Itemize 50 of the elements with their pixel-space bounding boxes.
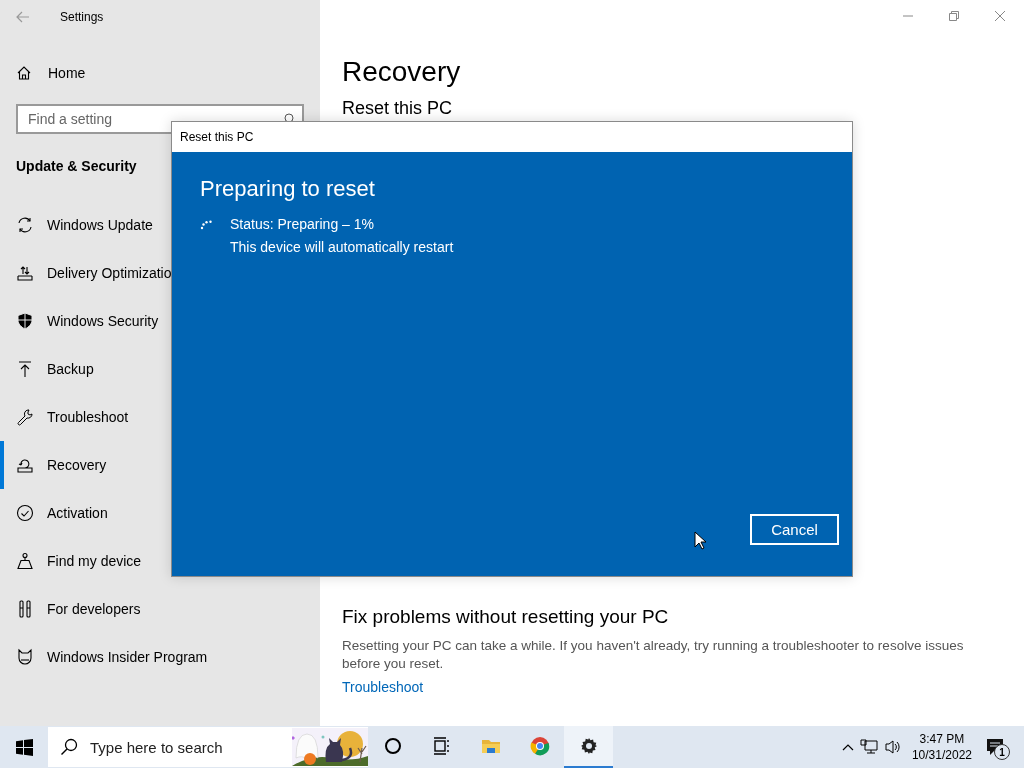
description-text: Resetting your PC can take a while. If you haven't already, try running a troubleshooter to resolve issues before you reset.: [342, 637, 965, 673]
sidebar-item[interactable]: Windows Insider Program: [0, 633, 320, 681]
sidebar-item[interactable]: For developers: [0, 585, 320, 633]
start-icon[interactable]: [16, 738, 33, 756]
taskbar-app[interactable]: [564, 726, 613, 768]
chrome-icon: [529, 736, 550, 756]
task-view-icon: [431, 736, 452, 756]
tray-icon: [16, 264, 34, 282]
sidebar-item[interactable]: Windows Security: [0, 297, 320, 345]
restart-note: This device will automatically restart: [230, 239, 454, 255]
speaker-icon[interactable]: [883, 739, 902, 755]
update-icon: [16, 216, 34, 234]
search-icon: [60, 738, 78, 756]
section-heading: Fix problems without resetting your PC: [342, 606, 669, 628]
notification-badge: 1: [994, 744, 1010, 760]
taskbar-search-field[interactable]: Type here to search: [48, 727, 368, 767]
sidebar-item[interactable]: Troubleshoot: [0, 393, 320, 441]
mouse-cursor-icon: [694, 531, 706, 550]
sidebar-item[interactable]: Activation: [0, 489, 320, 537]
cat-icon: [16, 648, 34, 666]
close-icon[interactable]: [994, 10, 1006, 22]
upload-icon: [16, 360, 34, 378]
wrench-icon: [16, 408, 34, 426]
window-title: Settings: [60, 10, 104, 24]
circle-icon: [382, 736, 403, 756]
sidebar-item[interactable]: Backup: [0, 345, 320, 393]
recovery-icon: [16, 456, 34, 474]
shield-icon: [16, 312, 34, 330]
clock[interactable]: 3:47 PM 10/31/2022: [911, 731, 972, 763]
home-icon: [16, 65, 32, 81]
page-title: Recovery: [342, 55, 461, 89]
search-input[interactable]: Find a setting: [26, 110, 282, 128]
person-pin-icon: [16, 552, 34, 570]
restore-icon[interactable]: [948, 10, 960, 22]
tools-icon: [16, 600, 34, 618]
search-input[interactable]: Type here to search: [88, 737, 282, 757]
dialog-heading: Preparing to reset: [200, 176, 375, 202]
network-icon[interactable]: [859, 739, 878, 755]
cancel-button[interactable]: Cancel: [750, 514, 839, 545]
spinner-icon: [200, 220, 214, 230]
clock-time: 3:47 PM: [919, 731, 965, 747]
check-circle-icon: [16, 504, 34, 522]
troubleshoot-link[interactable]: Troubleshoot: [342, 679, 424, 695]
chevron-up-icon[interactable]: [841, 743, 854, 751]
section-heading: Reset this PC: [342, 98, 453, 118]
home-link[interactable]: Home: [0, 56, 320, 90]
sidebar-item[interactable]: Find my device: [0, 537, 320, 585]
status-text: Status: Preparing – 1%: [230, 216, 375, 232]
section-heading: Update & Security: [16, 157, 137, 176]
clock-date: 10/31/2022: [911, 747, 972, 763]
